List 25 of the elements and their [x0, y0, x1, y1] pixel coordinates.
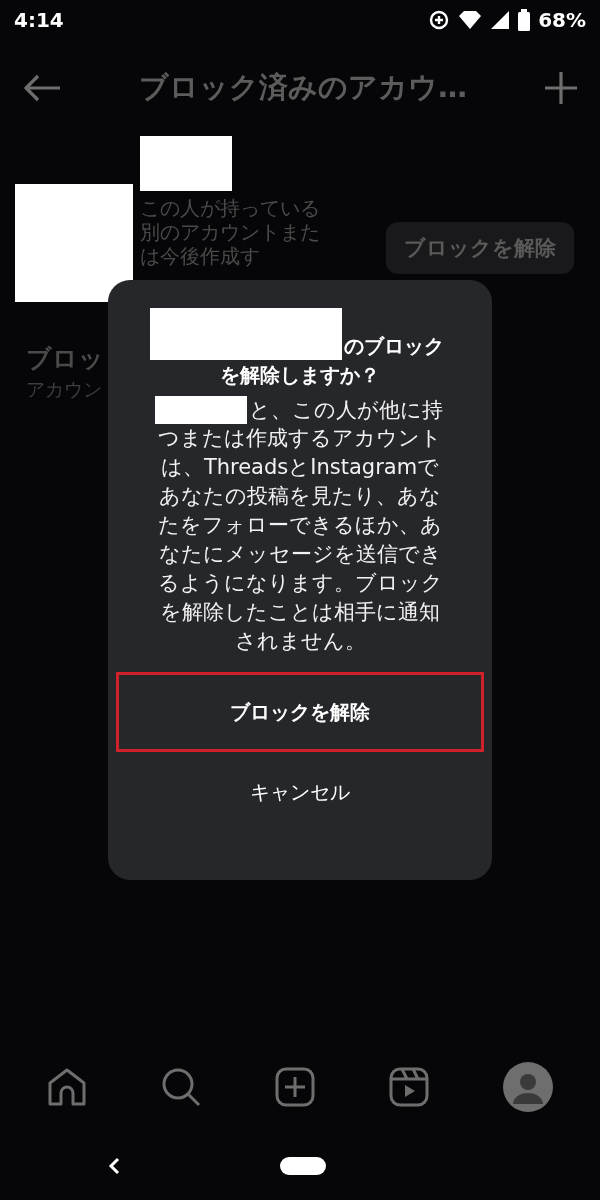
plus-icon[interactable] [544, 71, 578, 105]
wifi-icon [458, 10, 483, 30]
profile-avatar-icon[interactable] [503, 1062, 553, 1112]
dialog-message: と、この人が他に持 [249, 397, 443, 424]
battery-icon [518, 9, 531, 31]
dialog-message: つまたは作成するアカウントは、ThreadsとInstagramであなたの投稿を見たり、あなたをフォローできるほか、あなたにメッセージを送信できるようになります。ブロックを解除したことは相手に通知されません。 [156, 425, 444, 655]
search-icon[interactable] [161, 1067, 201, 1107]
add-post-icon[interactable] [275, 1067, 315, 1107]
back-arrow-icon[interactable] [22, 73, 62, 103]
confirm-unblock-button[interactable]: ブロックを解除 [116, 672, 484, 752]
system-back-icon[interactable] [108, 1157, 120, 1175]
section-title: ブロッ [26, 343, 104, 375]
status-time: 4:14 [14, 8, 64, 32]
reels-icon[interactable] [389, 1067, 429, 1107]
page-title: ブロック済みのアカウ… [138, 69, 468, 106]
battery-percent: 68% [538, 8, 586, 32]
dialog-title: のブロック [344, 333, 444, 360]
cancel-button[interactable]: キャンセル [116, 752, 484, 832]
home-gesture-pill[interactable] [280, 1157, 326, 1175]
home-icon[interactable] [47, 1067, 87, 1107]
signal-icon [490, 10, 511, 30]
add-circle-icon [428, 9, 451, 31]
section-subtitle: アカウン [26, 377, 102, 402]
account-description: この人が持っている別のアカウントまたは今後作成す [140, 196, 320, 268]
dialog-title: を解除しますか？ [220, 362, 380, 389]
